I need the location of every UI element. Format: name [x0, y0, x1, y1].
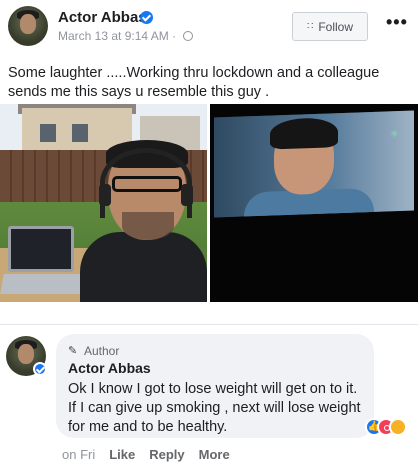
post-meta: March 13 at 9:14 AM ·	[58, 29, 194, 43]
photo-house-window	[72, 124, 88, 142]
post-author-name[interactable]: Actor Abbas	[58, 9, 147, 26]
verified-check-icon	[33, 362, 47, 376]
post-text: Some laughter .....Working thru lockdown…	[8, 65, 380, 100]
comment-bubble: ✎ Author Actor Abbas Ok I know I got to …	[56, 334, 374, 438]
verified-check-icon	[140, 11, 153, 24]
care-reaction-icon	[389, 418, 407, 436]
tv-channel-logo-icon: ✳	[390, 129, 399, 141]
post-photo-left[interactable]	[0, 104, 207, 302]
author-avatar[interactable]	[8, 6, 48, 46]
rss-icon: ∷	[306, 21, 314, 32]
photo-laptop-screen	[8, 226, 74, 272]
follow-label: Follow	[318, 19, 354, 34]
comment-actions: on Fri Like Reply More	[62, 447, 230, 462]
reply-button[interactable]: Reply	[149, 447, 184, 462]
author-badge-label: Author	[84, 344, 120, 358]
comment-text: Ok I know I got to lose weight will get …	[68, 381, 361, 435]
avatar-face	[20, 14, 36, 34]
comment-time[interactable]: on Fri	[62, 447, 95, 462]
globe-icon	[183, 31, 194, 41]
photo-house-window	[40, 124, 56, 142]
avatar-face	[18, 344, 34, 364]
photo-headset	[100, 148, 192, 218]
post-timestamp[interactable]: March 13 at 9:14 AM	[58, 29, 169, 43]
photo-headset-ear	[181, 184, 193, 206]
author-badge: ✎ Author	[68, 344, 119, 358]
photo-headset-ear	[99, 184, 111, 206]
post-photo-right[interactable]: ✳	[210, 104, 418, 302]
pen-icon: ✎	[68, 345, 78, 357]
post-divider	[0, 324, 418, 325]
more-options-button[interactable]: •••	[386, 12, 408, 33]
photo-tv-screen: ✳	[214, 110, 414, 218]
comment-reactions[interactable]: 👍	[365, 418, 409, 438]
photo-man-body	[80, 232, 207, 302]
follow-button[interactable]: ∷ Follow	[292, 12, 368, 41]
photo-laptop-base	[0, 274, 86, 294]
post-header: Actor Abbas March 13 at 9:14 AM · ∷ Foll…	[0, 0, 418, 56]
meta-separator: ·	[172, 29, 177, 43]
like-button[interactable]: Like	[109, 447, 135, 462]
more-button[interactable]: More	[199, 447, 230, 462]
comment-author-name[interactable]: Actor Abbas	[68, 360, 151, 376]
